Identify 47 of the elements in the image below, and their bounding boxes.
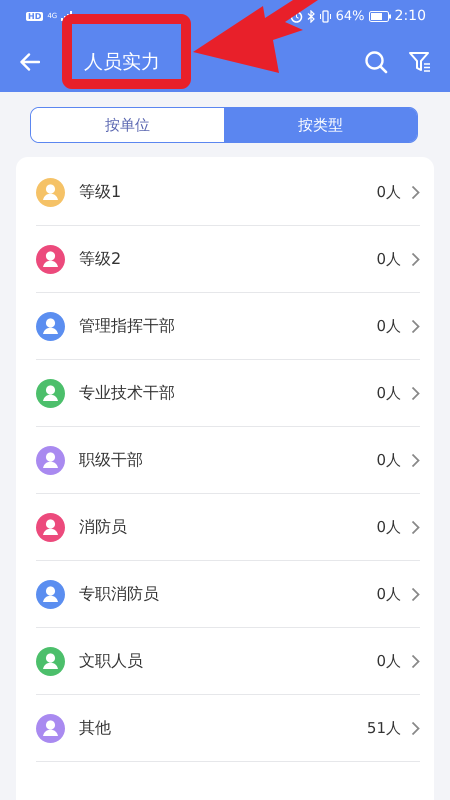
category-name: 等级2 xyxy=(79,248,122,270)
list-item[interactable]: 文职人员 0人 xyxy=(36,628,420,695)
category-name: 消防员 xyxy=(79,516,128,538)
battery-icon xyxy=(368,10,391,22)
chevron-icon xyxy=(411,452,420,468)
vibrate-icon xyxy=(318,10,332,22)
chevron-icon xyxy=(411,252,420,266)
person-count: 0人 xyxy=(376,450,401,470)
chevron-icon xyxy=(411,720,420,736)
chevron-icon xyxy=(411,520,420,534)
battery-percent: 64% xyxy=(336,8,365,24)
chevron-icon xyxy=(411,386,420,400)
chevron-icon xyxy=(411,654,420,668)
category-name: 文职人员 xyxy=(79,650,144,672)
chevron-icon xyxy=(411,318,420,334)
person-count: 51人 xyxy=(366,718,401,738)
person-count: 0人 xyxy=(376,316,401,336)
back-button[interactable] xyxy=(20,53,40,71)
list-item[interactable]: 管理指挥干部 0人 xyxy=(36,293,420,360)
clock: 2:10 xyxy=(394,8,426,24)
list-item[interactable]: 等级2 0人 xyxy=(36,226,420,293)
person-count: 0人 xyxy=(376,182,401,202)
list-item[interactable]: 专职消防员 0人 xyxy=(36,561,420,628)
search-button[interactable] xyxy=(364,50,388,74)
hd-indicator: HD xyxy=(26,12,44,20)
list-item[interactable]: 其他 51人 xyxy=(36,695,420,762)
category-name: 其他 xyxy=(79,718,112,738)
list-item[interactable]: 专业技术干部 0人 xyxy=(36,360,420,427)
chevron-icon xyxy=(411,586,420,602)
list-item[interactable]: 职级干部 0人 xyxy=(36,427,420,494)
list-item[interactable]: 等级1 0人 xyxy=(36,159,420,226)
list-item[interactable]: 消防员 0人 xyxy=(36,494,420,561)
filter-button[interactable] xyxy=(408,50,432,74)
category-name: 职级干部 xyxy=(79,450,144,470)
person-count: 0人 xyxy=(376,652,401,670)
person-count: 0人 xyxy=(376,518,401,536)
person-count: 0人 xyxy=(376,584,401,604)
person-count: 0人 xyxy=(376,384,401,402)
chevron-icon xyxy=(411,184,420,200)
category-name: 管理指挥干部 xyxy=(79,316,176,336)
person-count: 0人 xyxy=(376,250,401,268)
page-title: 人员实力 xyxy=(84,50,161,75)
category-name: 等级1 xyxy=(79,182,122,202)
bluetooth-icon xyxy=(306,10,315,22)
category-name: 专职消防员 xyxy=(79,584,160,604)
category-name: 专业技术干部 xyxy=(79,382,176,404)
signal-icon xyxy=(61,11,74,21)
